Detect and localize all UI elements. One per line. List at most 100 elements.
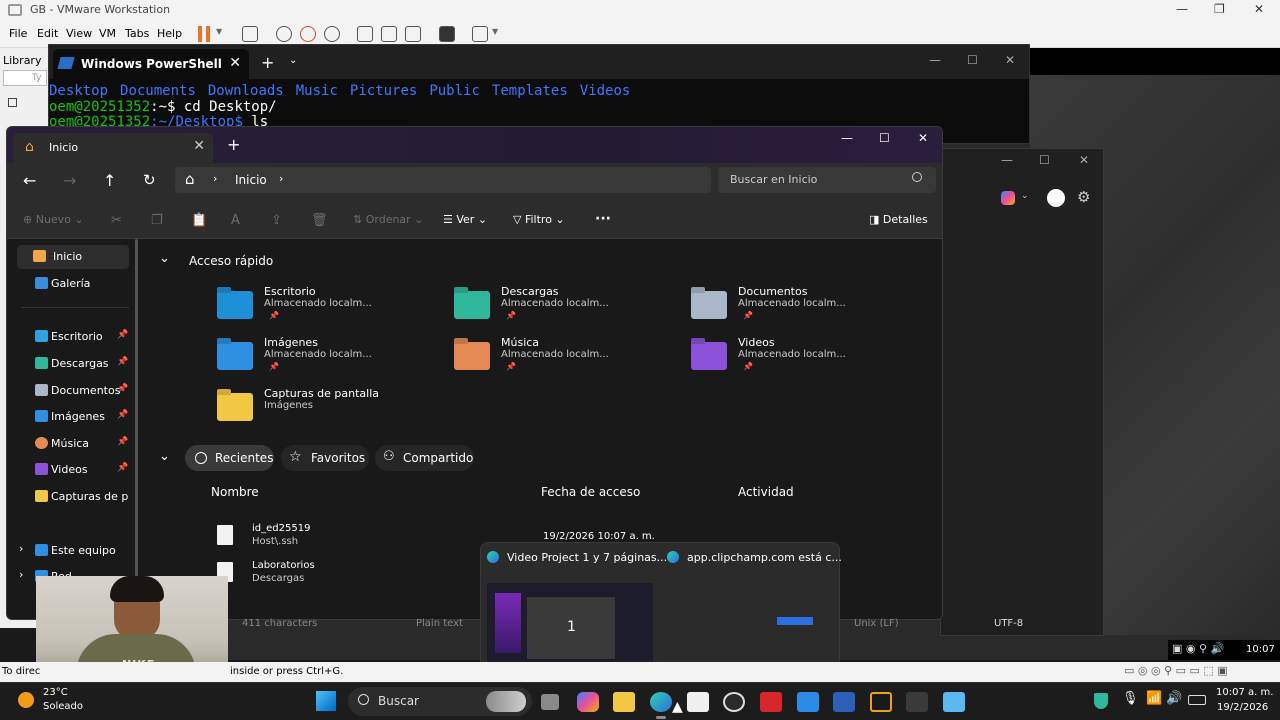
maximize-icon[interactable]: ❐	[1214, 2, 1225, 16]
thumbnail-bar-icon[interactable]	[381, 26, 397, 42]
tray-icons[interactable]: ▣ ◉ ⚲ 🔊	[1172, 642, 1224, 655]
menu-vm[interactable]: VM	[99, 27, 116, 40]
quick-access-item[interactable]: Descargas Almacenado localm... 📌	[454, 283, 684, 331]
menu-help[interactable]: Help	[157, 27, 182, 40]
text-mode[interactable]: Plain text	[416, 618, 463, 629]
clock-date[interactable]: 19/2/2026	[1217, 702, 1268, 713]
chevron-down-icon[interactable]: ▼	[216, 27, 222, 36]
chip-recientes[interactable]: Recientes	[185, 445, 274, 471]
chevron-right-icon[interactable]: ›	[19, 568, 23, 581]
start-button[interactable]	[316, 691, 336, 711]
sidebar-item-videos[interactable]: Videos 📌	[17, 458, 129, 482]
account-icon[interactable]	[1047, 189, 1065, 207]
column-header-fecha[interactable]: Fecha de acceso	[541, 485, 640, 499]
store-icon[interactable]	[687, 692, 709, 712]
new-tab-icon[interactable]: +	[261, 53, 274, 72]
stretch-guest-icon[interactable]	[472, 26, 488, 42]
snapshot-manager-icon[interactable]	[324, 26, 340, 42]
chevron-right-icon[interactable]: ›	[279, 172, 283, 185]
weather-desc[interactable]: Soleado	[43, 701, 83, 712]
sort-button[interactable]: ⇅ Ordenar ⌄	[353, 213, 423, 226]
red-l-app-icon[interactable]	[760, 692, 782, 712]
close-icon[interactable]: ✕	[1005, 53, 1015, 67]
show-library-icon[interactable]	[357, 26, 373, 42]
task-view-icon[interactable]	[541, 694, 559, 710]
line-ending[interactable]: Unix (LF)	[854, 618, 899, 629]
weather-temp[interactable]: 23°C	[43, 687, 68, 698]
chevron-right-icon[interactable]: ›	[19, 542, 23, 555]
address-bar[interactable]: ⌂ › Inicio ›	[175, 167, 711, 193]
pin-icon[interactable]: 📌	[117, 384, 128, 394]
quick-access-item[interactable]: Imágenes Almacenado localm... 📌	[217, 334, 447, 382]
maximize-icon[interactable]: ☐	[879, 131, 890, 145]
close-tab-icon[interactable]: ✕	[229, 55, 241, 71]
battery-icon[interactable]	[1188, 695, 1206, 705]
view-button[interactable]: ☰ Ver ⌄	[443, 213, 487, 226]
sidebar-item-imagenes[interactable]: Imágenes 📌	[17, 405, 129, 429]
vmware-icon[interactable]	[870, 692, 892, 712]
copy-icon[interactable]: ❐	[151, 213, 163, 228]
sidebar-item-descargas[interactable]: Descargas 📌	[17, 352, 129, 376]
rename-icon[interactable]: A	[231, 213, 240, 228]
quick-access-item[interactable]: Capturas de pantalla Imágenes	[217, 385, 447, 433]
sidebar-item-documentos[interactable]: Documentos 📌	[17, 379, 129, 403]
send-keys-icon[interactable]	[242, 26, 258, 42]
chevron-down-icon[interactable]: ⌄	[289, 55, 297, 66]
pause-icon[interactable]	[198, 26, 210, 42]
powershell-tab[interactable]: Windows PowerShell ✕	[53, 49, 249, 79]
pin-icon[interactable]: 📌	[117, 410, 128, 420]
terminal-icon[interactable]	[906, 692, 928, 712]
sidebar-item-escritorio[interactable]: Escritorio 📌	[17, 325, 129, 349]
minimize-icon[interactable]: —	[929, 53, 941, 67]
pin-icon[interactable]: 📌	[117, 463, 128, 473]
delete-icon[interactable]: 🗑	[311, 213, 328, 228]
sidebar-item-capturas[interactable]: Capturas de pan	[17, 485, 129, 509]
sidebar-item-este-equipo[interactable]: › Este equipo	[17, 539, 129, 563]
back-icon[interactable]: ←	[23, 171, 36, 190]
chip-favoritos[interactable]: ☆ Favoritos	[281, 445, 369, 471]
pin-icon[interactable]: 📌	[117, 437, 128, 447]
details-button[interactable]: ◨ Detalles	[869, 213, 928, 226]
close-tab-icon[interactable]: ✕	[193, 138, 205, 154]
quick-access-item[interactable]: Escritorio Almacenado localm... 📌	[217, 283, 447, 331]
cut-icon[interactable]: ✂	[111, 213, 122, 228]
snapshot-icon[interactable]	[276, 26, 292, 42]
search-input[interactable]: Buscar en Inicio	[718, 167, 936, 193]
device-icons[interactable]: ▭ ◎ ◎ ⚲ ▭ ▭ ⬚ ▣	[1124, 664, 1228, 677]
taskbar-search[interactable]: Buscar	[348, 687, 532, 716]
menu-view[interactable]: View	[66, 27, 92, 40]
sidebar-scrollbar[interactable]	[135, 239, 138, 599]
file-explorer-icon[interactable]	[613, 692, 635, 712]
chevron-down-icon[interactable]: ⌄	[1021, 191, 1029, 201]
maximize-icon[interactable]: ☐	[1039, 153, 1050, 167]
console-view-icon[interactable]	[439, 26, 455, 42]
copilot-icon[interactable]	[577, 692, 599, 712]
minimize-icon[interactable]: —	[1176, 2, 1188, 16]
defender-icon[interactable]	[1094, 693, 1108, 709]
quick-access-item[interactable]: Videos Almacenado localm... 📌	[691, 334, 921, 382]
fullscreen-icon[interactable]	[405, 26, 421, 42]
explorer-tab-inicio[interactable]: ⌂ Inicio ✕	[13, 133, 213, 163]
minimize-icon[interactable]: —	[841, 131, 853, 145]
clock-time[interactable]: 10:07 a. m.	[1216, 687, 1273, 698]
gear-icon[interactable]: ⚙	[1077, 188, 1090, 206]
breadcrumb-inicio[interactable]: Inicio	[235, 173, 267, 187]
chevron-down-icon[interactable]: ▼	[492, 27, 498, 36]
thumbnail-item[interactable]: Video Project 1 y 7 páginas... 1	[487, 549, 667, 663]
new-tab-icon[interactable]: +	[227, 135, 240, 154]
library-search-input[interactable]: Ty	[3, 70, 47, 86]
microphone-icon[interactable]: 🎙	[1122, 691, 1139, 706]
refresh-icon[interactable]: ↻	[143, 171, 156, 189]
volume-icon[interactable]: 🔊	[1166, 691, 1182, 706]
library-tree-collapse-icon[interactable]	[8, 98, 17, 107]
edge-icon[interactable]	[650, 692, 672, 712]
up-icon[interactable]: ↑	[103, 171, 116, 190]
quick-access-item[interactable]: Documentos Almacenado localm... 📌	[691, 283, 921, 331]
chevron-down-icon[interactable]: ⌄	[159, 251, 170, 266]
more-options-button[interactable]: ···	[595, 211, 611, 227]
word-icon[interactable]	[833, 692, 855, 712]
column-header-nombre[interactable]: Nombre	[211, 485, 259, 499]
menu-tabs[interactable]: Tabs	[125, 27, 149, 40]
filter-button[interactable]: ▽ Filtro ⌄	[513, 213, 565, 226]
pin-icon[interactable]: 📌	[117, 357, 128, 367]
